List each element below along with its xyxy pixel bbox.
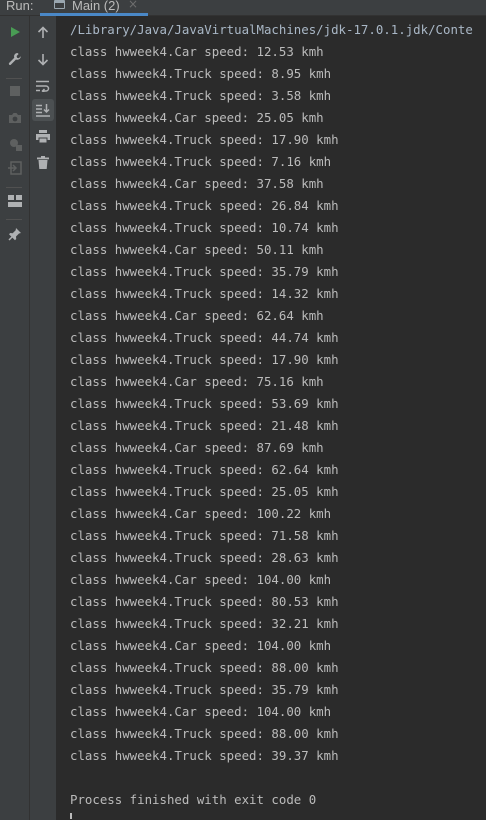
output-line: class hwweek4.Truck speed: 8.95 kmh [70, 66, 332, 81]
rerun-icon [9, 26, 21, 38]
wrench-icon [8, 52, 22, 66]
toolbar-separator [6, 219, 22, 220]
pin-tab-button[interactable] [4, 223, 26, 245]
tab-main[interactable]: Main (2) × [40, 0, 148, 16]
previous-occurrence-button[interactable] [32, 21, 54, 43]
application-icon [54, 0, 65, 9]
output-line: class hwweek4.Car speed: 50.11 kmh [70, 242, 324, 257]
text-caret [70, 813, 72, 819]
print-button[interactable] [32, 125, 54, 147]
output-line: class hwweek4.Car speed: 104.00 kmh [70, 638, 332, 653]
tab-label: Main (2) [72, 0, 120, 13]
output-line: class hwweek4.Truck speed: 17.90 kmh [70, 132, 339, 147]
debug-settings-button[interactable] [4, 133, 26, 155]
layout-icon [8, 195, 22, 207]
rerun-button[interactable] [4, 21, 26, 43]
exit-message: Process finished with exit code 0 [70, 792, 317, 807]
output-line: class hwweek4.Truck speed: 32.21 kmh [70, 616, 339, 631]
output-line: class hwweek4.Truck speed: 88.00 kmh [70, 726, 339, 741]
clear-all-button[interactable] [32, 151, 54, 173]
output-line: class hwweek4.Truck speed: 88.00 kmh [70, 660, 339, 675]
output-line: class hwweek4.Truck speed: 44.74 kmh [70, 330, 339, 345]
tab-close-button[interactable]: × [128, 0, 138, 11]
output-line: class hwweek4.Truck speed: 71.58 kmh [70, 528, 339, 543]
output-line: class hwweek4.Car speed: 62.64 kmh [70, 308, 324, 323]
console-actions-toolbar [30, 16, 57, 820]
output-line: class hwweek4.Truck speed: 80.53 kmh [70, 594, 339, 609]
output-line: class hwweek4.Truck speed: 25.05 kmh [70, 484, 339, 499]
run-tool-window: Run: Main (2) × /Library/Java/JavaVirtua… [0, 0, 486, 820]
output-line: class hwweek4.Car speed: 87.69 kmh [70, 440, 324, 455]
output-line: class hwweek4.Truck speed: 62.64 kmh [70, 462, 339, 477]
console-lines: /Library/Java/JavaVirtualMachines/jdk-17… [70, 19, 473, 811]
output-line: class hwweek4.Car speed: 25.05 kmh [70, 110, 324, 125]
print-icon [36, 129, 50, 143]
next-occurrence-button[interactable] [32, 48, 54, 70]
output-line: class hwweek4.Truck speed: 28.63 kmh [70, 550, 339, 565]
dump-threads-button[interactable] [4, 107, 26, 129]
output-line: class hwweek4.Car speed: 75.16 kmh [70, 374, 324, 389]
soft-wrap-icon [36, 80, 50, 92]
pin-icon [8, 227, 22, 241]
output-line: class hwweek4.Car speed: 100.22 kmh [70, 506, 332, 521]
stop-icon [10, 86, 20, 96]
arrow-down-icon [37, 53, 49, 66]
exit-icon [8, 161, 22, 175]
output-line: class hwweek4.Car speed: 104.00 kmh [70, 572, 332, 587]
scroll-to-end-icon [36, 103, 50, 117]
output-line: class hwweek4.Truck speed: 26.84 kmh [70, 198, 339, 213]
command-line: /Library/Java/JavaVirtualMachines/jdk-17… [70, 22, 473, 37]
output-line: class hwweek4.Truck speed: 35.79 kmh [70, 264, 339, 279]
blank-line [70, 767, 473, 789]
exit-button[interactable] [4, 157, 26, 179]
output-line: class hwweek4.Truck speed: 35.79 kmh [70, 682, 339, 697]
toolbar-separator [6, 78, 22, 79]
tool-window-title: Run: [6, 0, 34, 13]
run-actions-toolbar [0, 16, 30, 820]
toolbar-separator [6, 187, 22, 188]
console-output[interactable]: /Library/Java/JavaVirtualMachines/jdk-17… [58, 16, 486, 820]
trash-icon [37, 155, 49, 169]
output-line: class hwweek4.Car speed: 12.53 kmh [70, 44, 324, 59]
stop-button[interactable] [4, 80, 26, 102]
soft-wrap-button[interactable] [32, 75, 54, 97]
output-line: class hwweek4.Truck speed: 39.37 kmh [70, 748, 339, 763]
debug-settings-icon [8, 137, 22, 151]
output-line: class hwweek4.Truck speed: 14.32 kmh [70, 286, 339, 301]
restore-layout-button[interactable] [4, 190, 26, 212]
scroll-to-end-button[interactable] [32, 99, 54, 121]
output-line: class hwweek4.Truck speed: 21.48 kmh [70, 418, 339, 433]
output-line: class hwweek4.Truck speed: 10.74 kmh [70, 220, 339, 235]
arrow-up-icon [37, 25, 49, 39]
output-line: class hwweek4.Car speed: 37.58 kmh [70, 176, 324, 191]
run-tool-window-header: Run: Main (2) × [0, 0, 486, 16]
output-line: class hwweek4.Truck speed: 7.16 kmh [70, 154, 332, 169]
output-line: class hwweek4.Truck speed: 3.58 kmh [70, 88, 332, 103]
output-line: class hwweek4.Car speed: 104.00 kmh [70, 704, 332, 719]
output-line: class hwweek4.Truck speed: 17.90 kmh [70, 352, 339, 367]
camera-icon [8, 112, 22, 124]
output-line: class hwweek4.Truck speed: 53.69 kmh [70, 396, 339, 411]
edit-configuration-button[interactable] [4, 48, 26, 70]
